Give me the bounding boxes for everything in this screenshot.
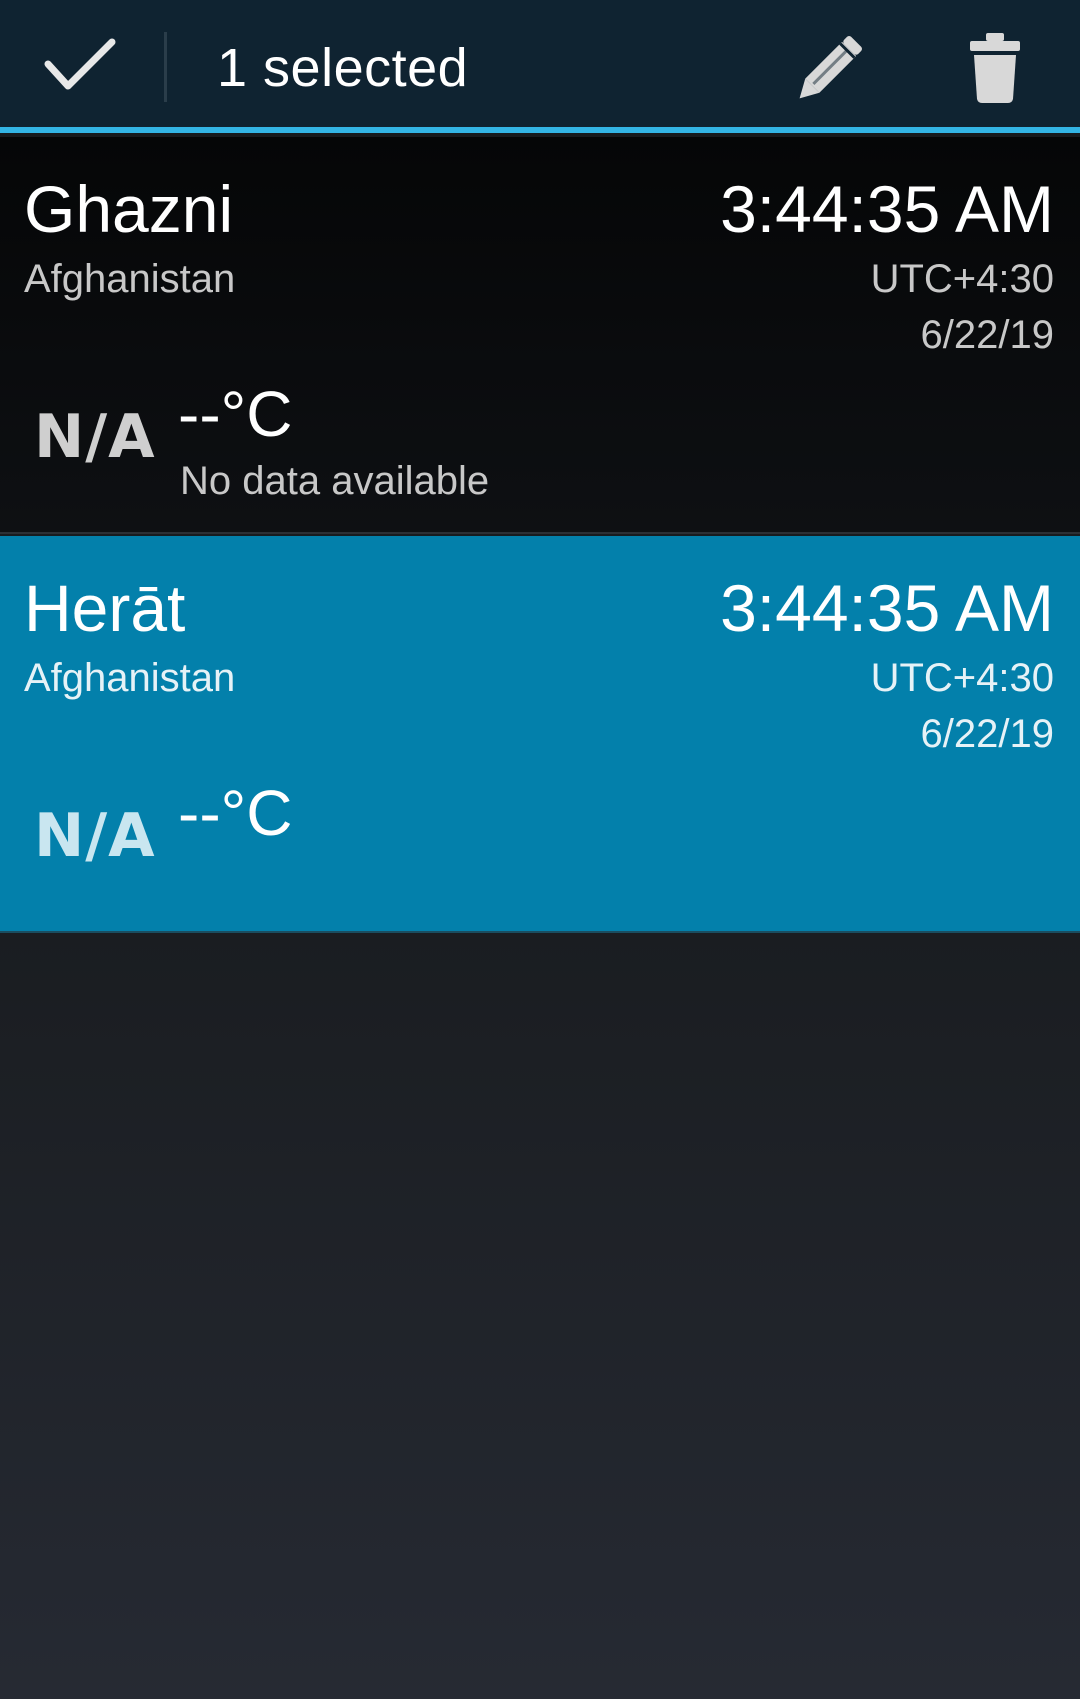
utc-offset: UTC+4:30 [870, 257, 1054, 301]
selection-count: 1 selected [217, 38, 469, 98]
weather-unavailable-icon: N/A [34, 801, 156, 871]
trash-icon [970, 33, 1020, 103]
done-button[interactable] [0, 0, 160, 127]
city-list-item-herat[interactable]: Herāt Afghanistan 3:44:35 AM UTC+4:30 6/… [0, 536, 1080, 933]
utc-offset: UTC+4:30 [870, 656, 1054, 700]
city-time: 3:44:35 AM [720, 571, 1054, 645]
city-name: Ghazni [24, 172, 234, 246]
weather-unavailable-icon: N/A [34, 402, 156, 472]
weather-status: No data available [180, 459, 490, 503]
delete-button[interactable] [940, 18, 1050, 118]
edit-button[interactable] [770, 18, 890, 118]
city-list-item-ghazni[interactable]: Ghazni Afghanistan 3:44:35 AM UTC+4:30 6… [0, 137, 1080, 534]
city-name: Herāt [24, 571, 186, 645]
city-country: Afghanistan [24, 257, 236, 301]
pencil-icon [799, 36, 862, 99]
temperature: --°C [178, 378, 293, 450]
city-country: Afghanistan [24, 656, 236, 700]
action-bar-divider [164, 32, 167, 102]
city-date: 6/22/19 [920, 712, 1054, 756]
city-time: 3:44:35 AM [720, 172, 1054, 246]
city-date: 6/22/19 [920, 313, 1054, 357]
contextual-action-bar: 1 selected [0, 0, 1080, 133]
temperature: --°C [178, 777, 293, 849]
check-icon [44, 38, 116, 89]
